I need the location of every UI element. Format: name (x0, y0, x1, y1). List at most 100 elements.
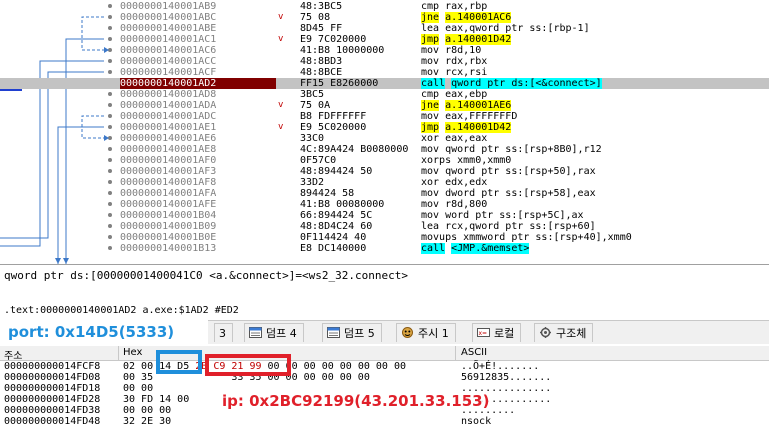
dump-address: 000000000014FD48 (4, 416, 101, 427)
disasm-row[interactable]: 0000000140001AC1 v E9 7C020000 jmp a.140001… (0, 34, 769, 45)
port-highlight-box (156, 350, 202, 374)
ip-annotation: ip: 0x2BC92199(43.201.33.153) (220, 392, 492, 410)
disasm-row[interactable]: 0000000140001AE6 33C0 xor eax,eax (0, 133, 769, 144)
tab-watch-1[interactable]: 주시 1 (396, 323, 456, 342)
instruction-mnemonic: call (421, 78, 446, 89)
instruction-operands: edx,edx (445, 177, 488, 188)
disasm-row[interactable]: 0000000140001AE1 v E9 5C020000 jmp a.140001… (0, 122, 769, 133)
tab-dump-5[interactable]: 덤프 5 (322, 323, 382, 342)
instruction-operands: xmm0,xmm0 (457, 155, 512, 166)
disasm-row[interactable]: 0000000140001AD2 FF15 E8260000 call qword … (0, 78, 769, 89)
disasm-row[interactable]: 0000000140001AF8 33D2 xor edx,edx (0, 177, 769, 188)
disasm-row[interactable]: 0000000140001AB9 48:3BC5 cmp rax,rbp (0, 1, 769, 12)
instruction-address: 0000000140001AD2 (120, 78, 276, 89)
svg-text:x=: x= (479, 330, 488, 337)
instruction-text: mov r8d,800 (421, 199, 487, 210)
instruction-address: 0000000140001AF0 (120, 155, 217, 166)
instruction-text: xor edx,edx (421, 177, 487, 188)
dump-icon (249, 327, 262, 338)
hex-bytes: 00 35 (123, 372, 160, 383)
disasm-row[interactable]: 0000000140001ACC 48:8BD3 mov rdx,rbx (0, 56, 769, 67)
disasm-row[interactable]: 0000000140001B09 48:8D4C24 60 lea rcx,qwor… (0, 221, 769, 232)
tab-struct[interactable]: 구조체 (534, 323, 594, 342)
instruction-bytes: 8D45 FF (300, 23, 343, 34)
tab-locals[interactable]: x= 로컬 (472, 323, 522, 342)
disasm-row[interactable]: 0000000140001B04 66:894424 5C mov word ptr… (0, 210, 769, 221)
instruction-address: 0000000140001B13 (120, 243, 217, 254)
tab-dump-3[interactable]: 3 (214, 323, 233, 342)
disasm-row[interactable]: 0000000140001ABE 8D45 FF lea eax,qword ptr… (0, 23, 769, 34)
tab-dump-4[interactable]: 덤프 4 (244, 323, 304, 342)
disassembly-view[interactable]: RIP 0000000140001AB948:3BC5cmp rax,rbp00… (0, 0, 769, 264)
hex-bytes: 30 FD 14 00 (123, 394, 196, 405)
dump-row[interactable]: 000000000014FCF8 02 00 14 D5 2B C9 21 99 … (0, 361, 769, 372)
dump-address: 000000000014FD18 (4, 383, 101, 394)
instruction-address: 0000000140001AFA (120, 188, 217, 199)
instruction-operands: a.140001D42 (445, 122, 512, 133)
instruction-bytes: FF15 E8260000 (300, 78, 379, 89)
column-ascii[interactable]: ASCII (461, 347, 487, 358)
instruction-bytes: E8 DC140000 (300, 243, 367, 254)
instruction-bytes: 48:8BCE (300, 67, 343, 78)
ip-highlight-box (205, 354, 291, 376)
dump-row[interactable]: 000000000014FD48 32 2E 30 nsock (0, 416, 769, 427)
instruction-text: cmp rax,rbp (421, 1, 487, 12)
instruction-text: mov rcx,rsi (421, 67, 487, 78)
instruction-address: 0000000140001ABC (120, 12, 217, 23)
disasm-row[interactable]: 0000000140001AC6 41:B8 10000000 mov r8d,10 (0, 45, 769, 56)
instruction-operands: rax,rbp (445, 1, 488, 12)
hex-dump-view[interactable]: 주소 Hex ASCII 000000000014FCF8 02 00 14 D5… (0, 344, 769, 427)
instruction-address: 0000000140001AB9 (120, 1, 217, 12)
disasm-row[interactable]: 0000000140001ADA v 75 0A jne a.140001AE6 (0, 100, 769, 111)
instruction-mnemonic: mov (421, 45, 440, 56)
instruction-bytes: 48:3BC5 (300, 1, 343, 12)
info-pane: qword ptr ds:[00000001400041C0 <a.&conne… (0, 264, 769, 321)
port-annotation: port: 0x14D5(5333) (0, 320, 208, 344)
disasm-row[interactable]: 0000000140001B0E 0F114424 40 movups xmmwor… (0, 232, 769, 243)
dump-address: 000000000014FD08 (4, 372, 101, 383)
instruction-address: 0000000140001AC1 (120, 34, 217, 45)
instruction-text: jmp a.140001D42 (421, 34, 512, 45)
instruction-operands: rcx,qword ptr ss:[rsp+60] (445, 221, 596, 232)
disasm-row[interactable]: 0000000140001AFE 41:B8 00080000 mov r8d,80… (0, 199, 769, 210)
instruction-address: 0000000140001AE1 (120, 122, 217, 133)
instruction-text: call qword ptr ds:[<&connect>] (421, 78, 602, 89)
instruction-operands: qword ptr ds:[<&connect>] (451, 78, 602, 89)
disasm-row[interactable]: 0000000140001AF3 48:894424 50 mov qword pt… (0, 166, 769, 177)
instruction-text: xorps xmm0,xmm0 (421, 155, 511, 166)
instruction-operands: eax,eax (445, 133, 488, 144)
disasm-row[interactable]: 0000000140001AFA 894424 58 mov dword ptr s… (0, 188, 769, 199)
disasm-row[interactable]: 0000000140001AE8 4C:89A424 B0080000 mov qw… (0, 144, 769, 155)
instruction-text: movups xmmword ptr ss:[rsp+40],xmm0 (421, 232, 632, 243)
disasm-row[interactable]: 0000000140001AF0 0F57C0 xorps xmm0,xmm0 (0, 155, 769, 166)
instruction-mnemonic: lea (421, 23, 440, 34)
instruction-bytes: E9 5C020000 (300, 122, 367, 133)
column-hex[interactable]: Hex (123, 347, 142, 358)
dump-address: 000000000014FCF8 (4, 361, 101, 372)
disasm-row[interactable]: 0000000140001ADC B8 FDFFFFFF mov eax,FFFFF… (0, 111, 769, 122)
instruction-mnemonic: mov (421, 210, 440, 221)
disasm-row[interactable]: 0000000140001ACF 48:8BCE mov rcx,rsi (0, 67, 769, 78)
disasm-row[interactable]: 0000000140001ABC v 75 08 jne a.140001AC6 (0, 12, 769, 23)
dump-address: 000000000014FD28 (4, 394, 101, 405)
instruction-text: mov r8d,10 (421, 45, 481, 56)
instruction-text: mov qword ptr ss:[rsp+8B0],r12 (421, 144, 602, 155)
instruction-address: 0000000140001ACC (120, 56, 217, 67)
instruction-address: 0000000140001AC6 (120, 45, 217, 56)
instruction-operands: eax,FFFFFFFD (445, 111, 518, 122)
instruction-bytes: E9 7C020000 (300, 34, 367, 45)
instruction-bytes: 48:8D4C24 60 (300, 221, 373, 232)
disasm-row[interactable]: 0000000140001B13 E8 DC140000 call <JMP.&me… (0, 243, 769, 254)
hex-bytes: 02 00 (123, 361, 160, 372)
column-address[interactable]: 주소 (4, 347, 22, 362)
instruction-operands: qword ptr ss:[rsp+8B0],r12 (445, 144, 602, 155)
instruction-bytes: 48:8BD3 (300, 56, 343, 67)
dump-row[interactable]: 000000000014FD08 00 35 33 35 00 00 00 00 … (0, 372, 769, 383)
instruction-mnemonic: mov (421, 144, 440, 155)
disasm-row[interactable]: 0000000140001AD8 3BC5 cmp eax,ebp (0, 89, 769, 100)
instruction-mnemonic: mov (421, 188, 440, 199)
tab-label: 주시 1 (418, 327, 449, 340)
instruction-operands: eax,ebp (445, 89, 488, 100)
instruction-operands: word ptr ss:[rsp+5C],ax (445, 210, 584, 221)
instruction-mnemonic: xorps (421, 155, 452, 166)
